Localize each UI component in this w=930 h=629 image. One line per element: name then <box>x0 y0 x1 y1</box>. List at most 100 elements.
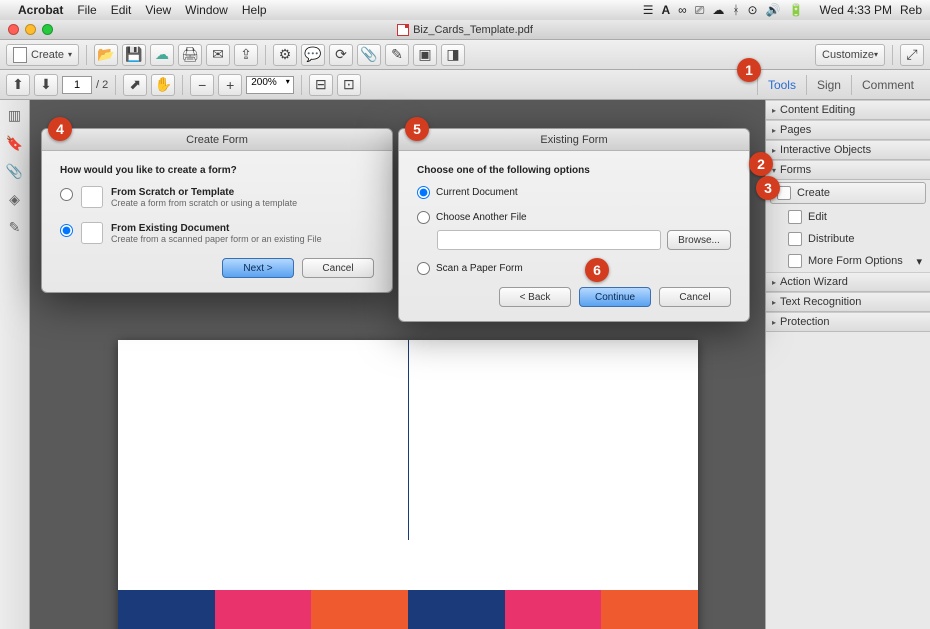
minimize-window-button[interactable] <box>25 24 36 35</box>
forms-edit[interactable]: Edit <box>766 206 930 228</box>
browse-button[interactable]: Browse... <box>667 230 731 250</box>
menubar-clock[interactable]: Wed 4:33 PM <box>820 3 892 17</box>
menu-file[interactable]: File <box>77 3 96 17</box>
page-number-input[interactable] <box>62 76 92 94</box>
radio-choose-another[interactable] <box>417 211 430 224</box>
file-path-input[interactable] <box>437 230 661 250</box>
create-form-dialog-title: Create Form <box>42 129 392 151</box>
bluetooth-icon[interactable]: ᚼ <box>732 3 739 17</box>
print-icon[interactable]: 🖨 <box>178 44 202 66</box>
menu-help[interactable]: Help <box>242 3 267 17</box>
menu-view[interactable]: View <box>145 3 171 17</box>
color-stripes <box>118 590 698 629</box>
radio-current-doc[interactable] <box>417 186 430 199</box>
edit-form-icon <box>788 210 802 224</box>
create-form-prompt: How would you like to create a form? <box>60 165 374 176</box>
attachments-icon[interactable]: 📎 <box>6 162 24 180</box>
page-total-label: / 2 <box>96 79 108 91</box>
zoom-select[interactable]: 200% <box>246 76 294 94</box>
fullscreen-icon[interactable]: ⤢ <box>900 44 924 66</box>
menu-edit[interactable]: Edit <box>111 3 132 17</box>
section-content-editing[interactable]: Content Editing <box>766 100 930 120</box>
section-pages[interactable]: Pages <box>766 120 930 140</box>
cancel-button-2[interactable]: Cancel <box>659 287 731 307</box>
attach-icon[interactable]: 📎 <box>357 44 381 66</box>
comment-icon[interactable]: 💬 <box>301 44 325 66</box>
gear-icon[interactable]: ⚙ <box>273 44 297 66</box>
section-forms[interactable]: Forms <box>766 160 930 180</box>
fit-width-icon[interactable]: ⊟ <box>309 74 333 96</box>
badge-1: 1 <box>737 58 761 82</box>
page-up-icon[interactable]: ⬆ <box>6 74 30 96</box>
badge-5: 5 <box>405 117 429 141</box>
form-tool-icon[interactable]: ▣ <box>413 44 437 66</box>
app-name[interactable]: Acrobat <box>18 3 63 17</box>
opt-existing-title: From Existing Document <box>111 223 229 234</box>
forms-more-options[interactable]: More Form Options▾ <box>766 250 930 272</box>
share-icon[interactable]: ⇪ <box>234 44 258 66</box>
menu-window[interactable]: Window <box>185 3 228 17</box>
tab-tools[interactable]: Tools <box>757 75 806 95</box>
save-icon[interactable]: 💾 <box>122 44 146 66</box>
hand-tool-icon[interactable]: ✋ <box>151 74 175 96</box>
stamp-icon[interactable]: ⟳ <box>329 44 353 66</box>
bookmarks-icon[interactable]: 🔖 <box>6 134 24 152</box>
page-down-icon[interactable]: ⬇ <box>34 74 58 96</box>
volume-icon[interactable]: 🔊 <box>766 3 781 17</box>
radio-from-scratch[interactable] <box>60 188 73 201</box>
cancel-button-1[interactable]: Cancel <box>302 258 374 278</box>
more-tool-icon[interactable]: ◨ <box>441 44 465 66</box>
sign-tool-icon[interactable]: ✎ <box>385 44 409 66</box>
option-from-existing[interactable]: From Existing DocumentCreate from a scan… <box>60 222 374 244</box>
adobe-icon[interactable]: A <box>661 3 670 17</box>
select-tool-icon[interactable]: ⬈ <box>123 74 147 96</box>
tab-sign[interactable]: Sign <box>806 75 851 95</box>
badge-3: 3 <box>756 176 780 200</box>
section-protection[interactable]: Protection <box>766 312 930 332</box>
battery-icon[interactable]: 🔋 <box>789 3 804 17</box>
existing-icon <box>81 222 103 244</box>
option-choose-another[interactable]: Choose Another File <box>417 211 731 224</box>
badge-2: 2 <box>749 152 773 176</box>
tools-panel: Content Editing Pages Interactive Object… <box>765 100 930 629</box>
distribute-icon <box>788 232 802 246</box>
forms-create[interactable]: Create <box>770 182 926 204</box>
section-interactive[interactable]: Interactive Objects <box>766 140 930 160</box>
option-scan-paper[interactable]: Scan a Paper Form <box>417 262 731 275</box>
fit-page-icon[interactable]: ⊡ <box>337 74 361 96</box>
label-scan-paper: Scan a Paper Form <box>436 263 523 274</box>
status-tray: ☰ A ∞ ⎚ ☁ ᚼ ⊙ 🔊 🔋 Wed 4:33 PM Reb <box>643 3 922 18</box>
wifi-icon[interactable]: ⊙ <box>748 3 758 17</box>
window-controls <box>8 24 53 35</box>
cloud-icon[interactable]: ☁ <box>150 44 174 66</box>
email-icon[interactable]: ✉ <box>206 44 230 66</box>
sync-icon[interactable]: ☁ <box>712 3 724 17</box>
thumbnails-icon[interactable]: ▥ <box>6 106 24 124</box>
finder-icon[interactable]: ☰ <box>643 3 654 17</box>
section-action-wizard[interactable]: Action Wizard <box>766 272 930 292</box>
forms-distribute[interactable]: Distribute <box>766 228 930 250</box>
next-button[interactable]: Next > <box>222 258 294 278</box>
option-from-scratch[interactable]: From Scratch or TemplateCreate a form fr… <box>60 186 374 208</box>
radio-from-existing[interactable] <box>60 224 73 237</box>
cc-icon[interactable]: ∞ <box>678 3 687 17</box>
tab-comment[interactable]: Comment <box>851 75 924 95</box>
signatures-icon[interactable]: ✎ <box>6 218 24 236</box>
back-button[interactable]: < Back <box>499 287 571 307</box>
close-window-button[interactable] <box>8 24 19 35</box>
badge-4: 4 <box>48 117 72 141</box>
customize-button[interactable]: Customize <box>815 44 885 66</box>
zoom-out-icon[interactable]: − <box>190 74 214 96</box>
create-button[interactable]: Create <box>6 44 79 66</box>
section-text-recognition[interactable]: Text Recognition <box>766 292 930 312</box>
zoom-window-button[interactable] <box>42 24 53 35</box>
nav-toolbar: ⬆ ⬇ / 2 ⬈ ✋ − + 200% ⊟ ⊡ Tools Sign Comm… <box>0 70 930 100</box>
option-current-document[interactable]: Current Document <box>417 186 731 199</box>
open-icon[interactable]: 📂 <box>94 44 118 66</box>
zoom-in-icon[interactable]: + <box>218 74 242 96</box>
display-icon[interactable]: ⎚ <box>695 3 705 18</box>
layers-icon[interactable]: ◈ <box>6 190 24 208</box>
continue-button[interactable]: Continue <box>579 287 651 307</box>
menubar-user[interactable]: Reb <box>900 3 922 17</box>
radio-scan-paper[interactable] <box>417 262 430 275</box>
